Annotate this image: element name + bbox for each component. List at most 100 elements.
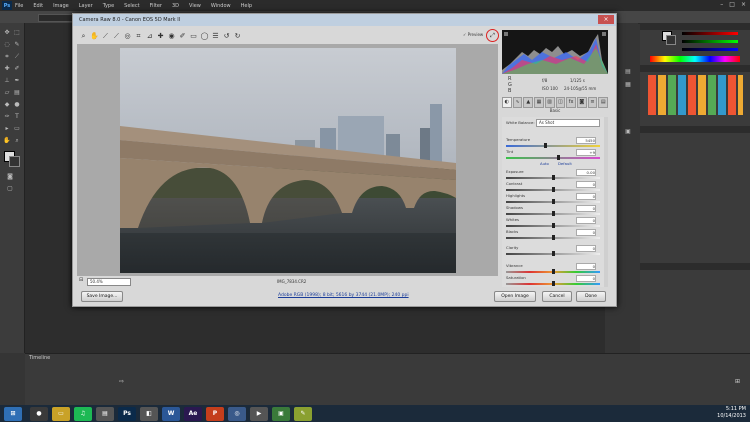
tab-split-toning[interactable]: ▥: [544, 97, 555, 108]
eraser-icon[interactable]: ▱: [3, 89, 11, 96]
screen-mode-icon[interactable]: ▢: [6, 185, 14, 192]
healing-tool-icon[interactable]: ✚: [3, 65, 11, 72]
tab-hsl[interactable]: ▦: [534, 97, 544, 108]
preferences-icon[interactable]: ☰: [211, 32, 220, 41]
gradient-icon[interactable]: ▤: [13, 89, 21, 96]
menu-3d[interactable]: 3D: [172, 3, 179, 9]
history-panel-icon[interactable]: ▤: [624, 68, 632, 75]
menu-layer[interactable]: Layer: [79, 3, 93, 9]
dodge-icon[interactable]: ●: [13, 101, 21, 108]
taskbar-app-icon[interactable]: ▤: [96, 406, 114, 421]
maximize-button[interactable]: □: [729, 1, 735, 8]
tab-camera-calibration[interactable]: ◙: [576, 97, 587, 108]
pen-icon[interactable]: ✑: [3, 113, 11, 120]
taskbar-photoshop-icon[interactable]: Ps: [118, 406, 136, 421]
slider-blacks[interactable]: Blacks 0: [506, 229, 602, 243]
zoom-icon[interactable]: ⌕: [79, 32, 88, 41]
spot-removal-icon[interactable]: ✚: [156, 32, 165, 41]
slider-thumb[interactable]: [552, 175, 555, 180]
zoom-tool-icon[interactable]: ⌕: [13, 137, 21, 144]
slider-thumb[interactable]: [552, 235, 555, 240]
menu-file[interactable]: File: [15, 3, 23, 9]
slider-track[interactable]: [506, 157, 600, 159]
taskbar-green-icon[interactable]: ▣: [272, 406, 290, 421]
crop-tool-icon[interactable]: ⌗: [3, 53, 11, 60]
slider-value-field[interactable]: 0: [576, 181, 596, 188]
slider-track[interactable]: [506, 145, 600, 147]
tab-effects[interactable]: fx: [566, 97, 576, 108]
slider-tint[interactable]: Tint +9: [506, 149, 602, 163]
zoom-level-select[interactable]: 50.4%: [87, 278, 131, 286]
zoom-out-icon[interactable]: ⊟: [79, 277, 83, 283]
shape-tool-icon[interactable]: ▭: [13, 125, 21, 132]
slider-value-field[interactable]: 5450: [576, 137, 596, 144]
properties-panel-icon[interactable]: ▦: [624, 81, 632, 88]
slider-thumb[interactable]: [552, 211, 555, 216]
menu-image[interactable]: Image: [53, 3, 69, 9]
white-balance-icon[interactable]: ⟋: [101, 32, 110, 41]
rotate-ccw-icon[interactable]: ↺: [222, 32, 231, 41]
red-eye-icon[interactable]: ◉: [167, 32, 176, 41]
taskbar-aftereffects-icon[interactable]: Ae: [184, 406, 202, 421]
slider-value-field[interactable]: 0: [576, 245, 596, 252]
preview-checkbox[interactable]: ✓ Preview: [463, 32, 483, 37]
eyedropper-icon[interactable]: ⟋: [13, 53, 21, 60]
hand-tool-icon[interactable]: ✋: [3, 137, 11, 144]
blue-slider[interactable]: [682, 48, 738, 51]
color-panel-header[interactable]: [640, 23, 750, 30]
blur-icon[interactable]: ◆: [3, 101, 11, 108]
tab-detail[interactable]: ▲: [523, 97, 534, 108]
history-brush-icon[interactable]: ✒: [13, 77, 21, 84]
quick-mask-icon[interactable]: ◙: [6, 173, 14, 180]
taskbar-media-icon[interactable]: ▶: [250, 406, 268, 421]
tab-lens[interactable]: ◫: [555, 97, 566, 108]
slider-value-field[interactable]: 0.00: [576, 169, 596, 176]
render-video-icon[interactable]: ⇨: [119, 378, 124, 385]
tab-presets[interactable]: ≡: [587, 97, 598, 108]
slider-value-field[interactable]: 0: [576, 275, 596, 282]
slider-value-field[interactable]: 0: [576, 217, 596, 224]
add-frame-icon[interactable]: ⊞: [735, 378, 740, 385]
open-image-button[interactable]: Open Image: [494, 291, 536, 302]
crop-icon[interactable]: ⌗: [134, 32, 143, 41]
taskbar-folder-icon[interactable]: ▭: [52, 406, 70, 421]
slider-thumb[interactable]: [556, 155, 560, 160]
slider-value-field[interactable]: 0: [576, 193, 596, 200]
graduated-filter-icon[interactable]: ▭: [189, 32, 198, 41]
green-slider[interactable]: [682, 40, 738, 43]
swatches-grid[interactable]: [648, 75, 743, 115]
taskbar-chrome-icon[interactable]: ●: [30, 406, 48, 421]
radial-filter-icon[interactable]: ◯: [200, 32, 209, 41]
straighten-icon[interactable]: ⊿: [145, 32, 154, 41]
background-color-swatch[interactable]: [9, 156, 20, 167]
cancel-button[interactable]: Cancel: [542, 291, 572, 302]
move-tool-icon[interactable]: ✥: [3, 29, 11, 36]
adjustment-brush-icon[interactable]: ✐: [178, 32, 187, 41]
taskbar-start-icon[interactable]: ⊞: [4, 406, 22, 421]
slider-value-field[interactable]: 0: [576, 205, 596, 212]
paths-panel-header[interactable]: [640, 263, 750, 270]
slider-saturation[interactable]: Saturation 0: [506, 275, 602, 287]
tab-basic[interactable]: ◐: [502, 97, 512, 108]
type-tool-icon[interactable]: T: [13, 113, 21, 120]
menu-view[interactable]: View: [189, 3, 201, 9]
menu-window[interactable]: Window: [211, 3, 231, 9]
tab-tone-curve[interactable]: ∿: [512, 97, 523, 108]
slider-value-field[interactable]: 0: [576, 229, 596, 236]
slider-value-field[interactable]: +9: [576, 149, 596, 156]
taskbar-notes-icon[interactable]: ✎: [294, 406, 312, 421]
slider-value-field[interactable]: 0: [576, 263, 596, 270]
taskbar-app2-icon[interactable]: ◧: [140, 406, 158, 421]
slider-thumb[interactable]: [552, 199, 555, 204]
menu-type[interactable]: Type: [103, 3, 114, 9]
menu-filter[interactable]: Filter: [150, 3, 162, 9]
quick-select-icon[interactable]: ✎: [13, 41, 21, 48]
marquee-tool-icon[interactable]: ⬚: [13, 29, 21, 36]
menu-select[interactable]: Select: [124, 3, 139, 9]
white-balance-select[interactable]: As Shot: [536, 119, 600, 127]
close-window-button[interactable]: ×: [741, 1, 746, 8]
lasso-tool-icon[interactable]: ◌: [3, 41, 11, 48]
slider-thumb[interactable]: [552, 269, 555, 274]
workflow-options-link[interactable]: Adobe RGB (1998); 8 bit; 5616 by 3744 (2…: [278, 293, 409, 298]
auto-link[interactable]: Auto: [540, 161, 549, 166]
